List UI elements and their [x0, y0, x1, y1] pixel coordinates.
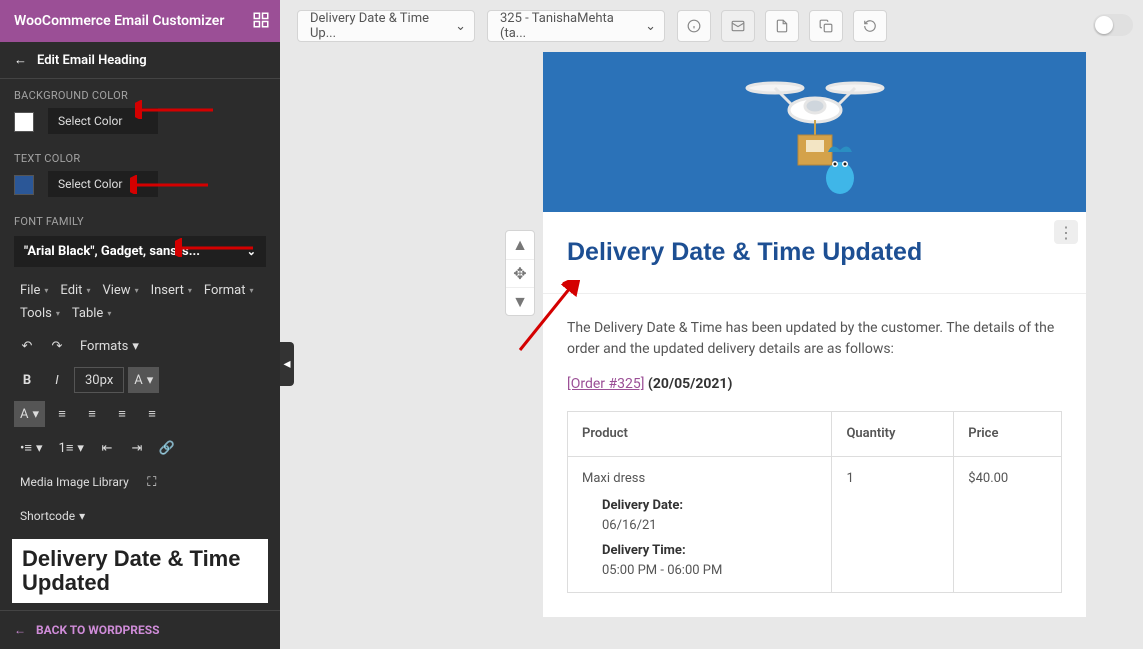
editor-menu-format[interactable]: Format▾ — [198, 279, 260, 302]
editor-menu-insert[interactable]: Insert▾ — [145, 279, 198, 302]
bg-color-button[interactable]: Select Color — [48, 108, 158, 134]
italic-button[interactable]: I — [44, 367, 70, 393]
table-header: Quantity — [832, 412, 954, 457]
document-button[interactable] — [765, 10, 799, 42]
bg-color-label: BACKGROUND COLOR — [0, 79, 280, 108]
fullscreen-icon[interactable]: ⛶ — [139, 469, 165, 495]
delivery-date-label: Delivery Date: — [602, 496, 817, 516]
preview-toggle[interactable] — [1093, 14, 1133, 36]
panel-heading[interactable]: ← Edit Email Heading — [0, 42, 280, 79]
table-header: Price — [954, 412, 1062, 457]
text-color-swatch[interactable] — [14, 175, 34, 195]
collapse-sidebar-button[interactable]: ◂ — [280, 342, 294, 386]
back-to-wordpress-link[interactable]: ← BACK TO WORDPRESS — [0, 610, 280, 649]
bold-button[interactable]: B — [14, 367, 40, 393]
order-select[interactable]: 325 - TanishaMehta (ta...⌄ — [487, 10, 665, 42]
font-size-select[interactable]: 30px — [74, 367, 124, 393]
refresh-button[interactable] — [853, 10, 887, 42]
undo-button[interactable]: ↶ — [14, 333, 40, 359]
table-row: Maxi dress Delivery Date: 06/16/21 Deliv… — [568, 456, 1062, 593]
editor-menu-table[interactable]: Table▾ — [66, 302, 117, 325]
move-handle[interactable]: ✥ — [506, 259, 534, 287]
order-table: ProductQuantityPrice Maxi dress Delivery… — [567, 411, 1062, 593]
chevron-down-icon: ⌄ — [455, 19, 466, 34]
text-color-button[interactable]: Select Color — [48, 171, 158, 197]
move-down-button[interactable]: ▼ — [506, 287, 534, 315]
number-list-button[interactable]: 1≡▾ — [53, 435, 90, 461]
app-title: WooCommerce Email Customizer — [0, 0, 280, 42]
text-color-button[interactable]: A▾ — [14, 401, 45, 427]
send-test-button[interactable] — [721, 10, 755, 42]
email-header-image[interactable] — [543, 52, 1086, 212]
editor-menu-file[interactable]: File▾ — [14, 279, 54, 302]
bg-color-swatch[interactable] — [14, 112, 34, 132]
copy-button[interactable] — [809, 10, 843, 42]
price-cell: $40.00 — [954, 456, 1062, 593]
product-name: Maxi dress — [582, 471, 645, 486]
indent-button[interactable]: ⇥ — [124, 435, 150, 461]
font-family-button[interactable]: A▾ — [128, 367, 159, 393]
shortcode-menu[interactable]: Shortcode▾ — [14, 503, 91, 529]
apps-icon[interactable] — [252, 11, 270, 33]
outdent-button[interactable]: ⇤ — [94, 435, 120, 461]
table-header: Product — [568, 412, 832, 457]
info-button[interactable] — [677, 10, 711, 42]
align-justify-button[interactable]: ≡ — [139, 401, 165, 427]
back-arrow-icon: ← — [14, 52, 27, 68]
move-up-button[interactable]: ▲ — [506, 231, 534, 259]
text-color-label: TEXT COLOR — [0, 142, 280, 171]
formats-menu[interactable]: Formats▾ — [74, 333, 145, 359]
email-intro-text: The Delivery Date & Time has been update… — [567, 318, 1062, 360]
link-button[interactable]: 🔗 — [154, 435, 180, 461]
font-family-select[interactable]: "Arial Black", Gadget, sans-s...⌄ — [14, 236, 266, 267]
delivery-time-label: Delivery Time: — [602, 541, 817, 561]
block-toolbar: ▲ ✥ ▼ — [505, 230, 535, 316]
chevron-down-icon: ⌄ — [645, 19, 656, 34]
align-center-button[interactable]: ≡ — [79, 401, 105, 427]
delivery-time-value: 05:00 PM - 06:00 PM — [602, 563, 722, 578]
order-link[interactable]: [Order #325] — [567, 376, 644, 392]
align-left-button[interactable]: ≡ — [49, 401, 75, 427]
editor-menu-tools[interactable]: Tools▾ — [14, 302, 66, 325]
delivery-date-value: 06/16/21 — [602, 518, 657, 533]
editor-menu-edit[interactable]: Edit▾ — [54, 279, 96, 302]
bullet-list-button[interactable]: •≡▾ — [14, 435, 49, 461]
chevron-down-icon: ⌄ — [247, 245, 256, 258]
editor-content[interactable]: Delivery Date & Time Updated — [12, 539, 268, 603]
redo-button[interactable]: ↷ — [44, 333, 70, 359]
order-date: (20/05/2021) — [648, 376, 732, 392]
arrow-left-icon: ← — [14, 623, 26, 637]
media-library-button[interactable]: Media Image Library — [14, 469, 135, 495]
quantity-cell: 1 — [832, 456, 954, 593]
align-right-button[interactable]: ≡ — [109, 401, 135, 427]
editor-menu-view[interactable]: View▾ — [96, 279, 144, 302]
block-options-button[interactable]: ⋮ — [1054, 220, 1078, 244]
email-heading-text: Delivery Date & Time Updated — [567, 238, 1062, 267]
email-heading-block[interactable]: ⋮ Delivery Date & Time Updated — [543, 212, 1086, 294]
font-family-label: FONT FAMILY — [0, 205, 280, 234]
template-select[interactable]: Delivery Date & Time Up...⌄ — [297, 10, 475, 42]
